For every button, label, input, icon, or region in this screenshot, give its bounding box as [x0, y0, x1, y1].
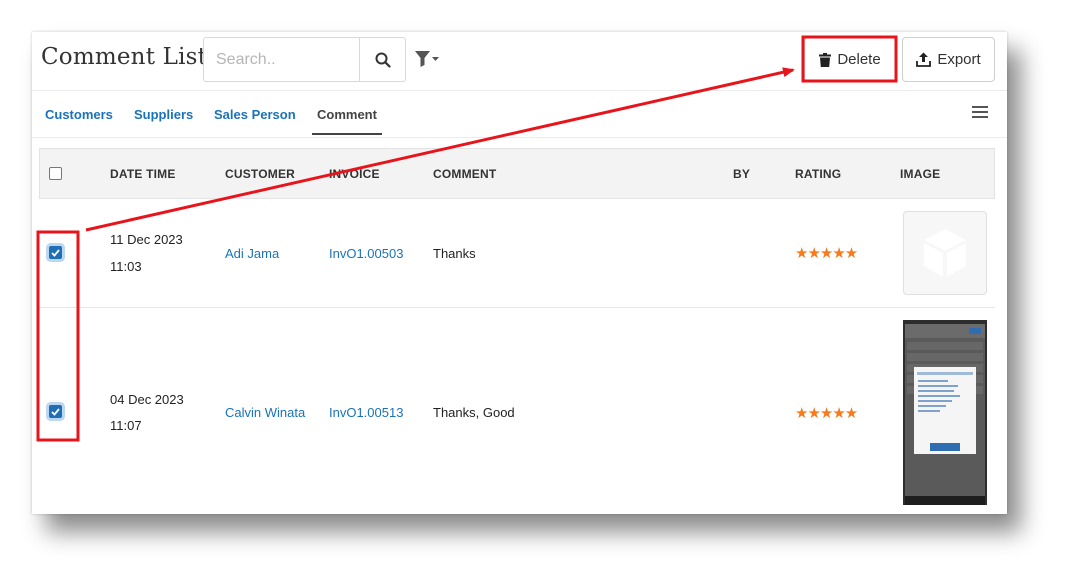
select-all-checkbox[interactable]	[49, 167, 62, 180]
tab-bar: Customers Suppliers Sales Person Comment	[32, 91, 1007, 137]
row-image-thumbnail[interactable]	[903, 211, 987, 295]
tab-customers[interactable]: Customers	[45, 107, 113, 122]
row-customer-link[interactable]: Adi Jama	[225, 246, 279, 261]
rating-stars: ★★★★★	[795, 245, 858, 262]
checkmark-icon	[51, 407, 60, 416]
tabs-divider	[32, 137, 1007, 138]
row-comment: Thanks	[433, 246, 476, 261]
column-header-date-time[interactable]: DATE TIME	[110, 167, 176, 181]
row-time: 11:07	[110, 418, 142, 433]
page-title: Comment List	[41, 44, 208, 70]
placeholder-image-icon	[924, 229, 966, 277]
column-header-rating[interactable]: RATING	[795, 167, 841, 181]
export-button[interactable]: Export	[902, 37, 995, 82]
hamburger-menu-icon[interactable]	[972, 105, 988, 119]
trash-icon	[819, 52, 832, 67]
screenshot-stage: Comment List Delete	[0, 0, 1072, 579]
column-header-by[interactable]: BY	[733, 167, 750, 181]
search-button[interactable]	[359, 38, 405, 81]
search-box	[203, 37, 406, 82]
column-header-comment[interactable]: COMMENT	[433, 167, 496, 181]
filter-button[interactable]	[414, 48, 442, 70]
column-header-invoice[interactable]: INVOICE	[329, 167, 380, 181]
active-tab-indicator	[312, 133, 382, 135]
column-header-image[interactable]: IMAGE	[900, 167, 940, 181]
filter-icon	[415, 51, 439, 67]
phone-screenshot-image	[903, 320, 987, 505]
comment-list-window: Comment List Delete	[32, 32, 1007, 514]
column-header-customer[interactable]: CUSTOMER	[225, 167, 295, 181]
row-invoice-link[interactable]: InvO1.00503	[329, 246, 403, 261]
table-row[interactable]: 04 Dec 2023 11:07 Calvin Winata InvO1.00…	[39, 308, 995, 514]
delete-button[interactable]: Delete	[804, 37, 896, 82]
row-date: 04 Dec 2023	[110, 392, 184, 407]
checkmark-icon	[51, 248, 60, 257]
delete-button-label: Delete	[837, 51, 881, 68]
tab-suppliers[interactable]: Suppliers	[134, 107, 193, 122]
row-date: 11 Dec 2023	[110, 232, 183, 247]
upload-icon	[916, 52, 932, 67]
row-image-thumbnail[interactable]	[903, 320, 987, 505]
row-time: 11:03	[110, 259, 142, 274]
row-checkbox[interactable]	[49, 405, 62, 418]
table-row[interactable]: 11 Dec 2023 11:03 Adi Jama InvO1.00503 T…	[39, 200, 995, 308]
row-checkbox[interactable]	[49, 246, 62, 259]
search-icon	[375, 52, 391, 68]
tab-sales-person[interactable]: Sales Person	[214, 107, 296, 122]
export-button-label: Export	[937, 51, 981, 68]
row-invoice-link[interactable]: InvO1.00513	[329, 405, 403, 420]
table-header: DATE TIME CUSTOMER INVOICE COMMENT BY RA…	[39, 148, 995, 199]
rating-stars: ★★★★★	[795, 405, 858, 422]
row-customer-link[interactable]: Calvin Winata	[225, 405, 305, 420]
tab-comment[interactable]: Comment	[317, 107, 377, 122]
row-comment: Thanks, Good	[433, 405, 515, 420]
search-input[interactable]	[204, 38, 359, 81]
